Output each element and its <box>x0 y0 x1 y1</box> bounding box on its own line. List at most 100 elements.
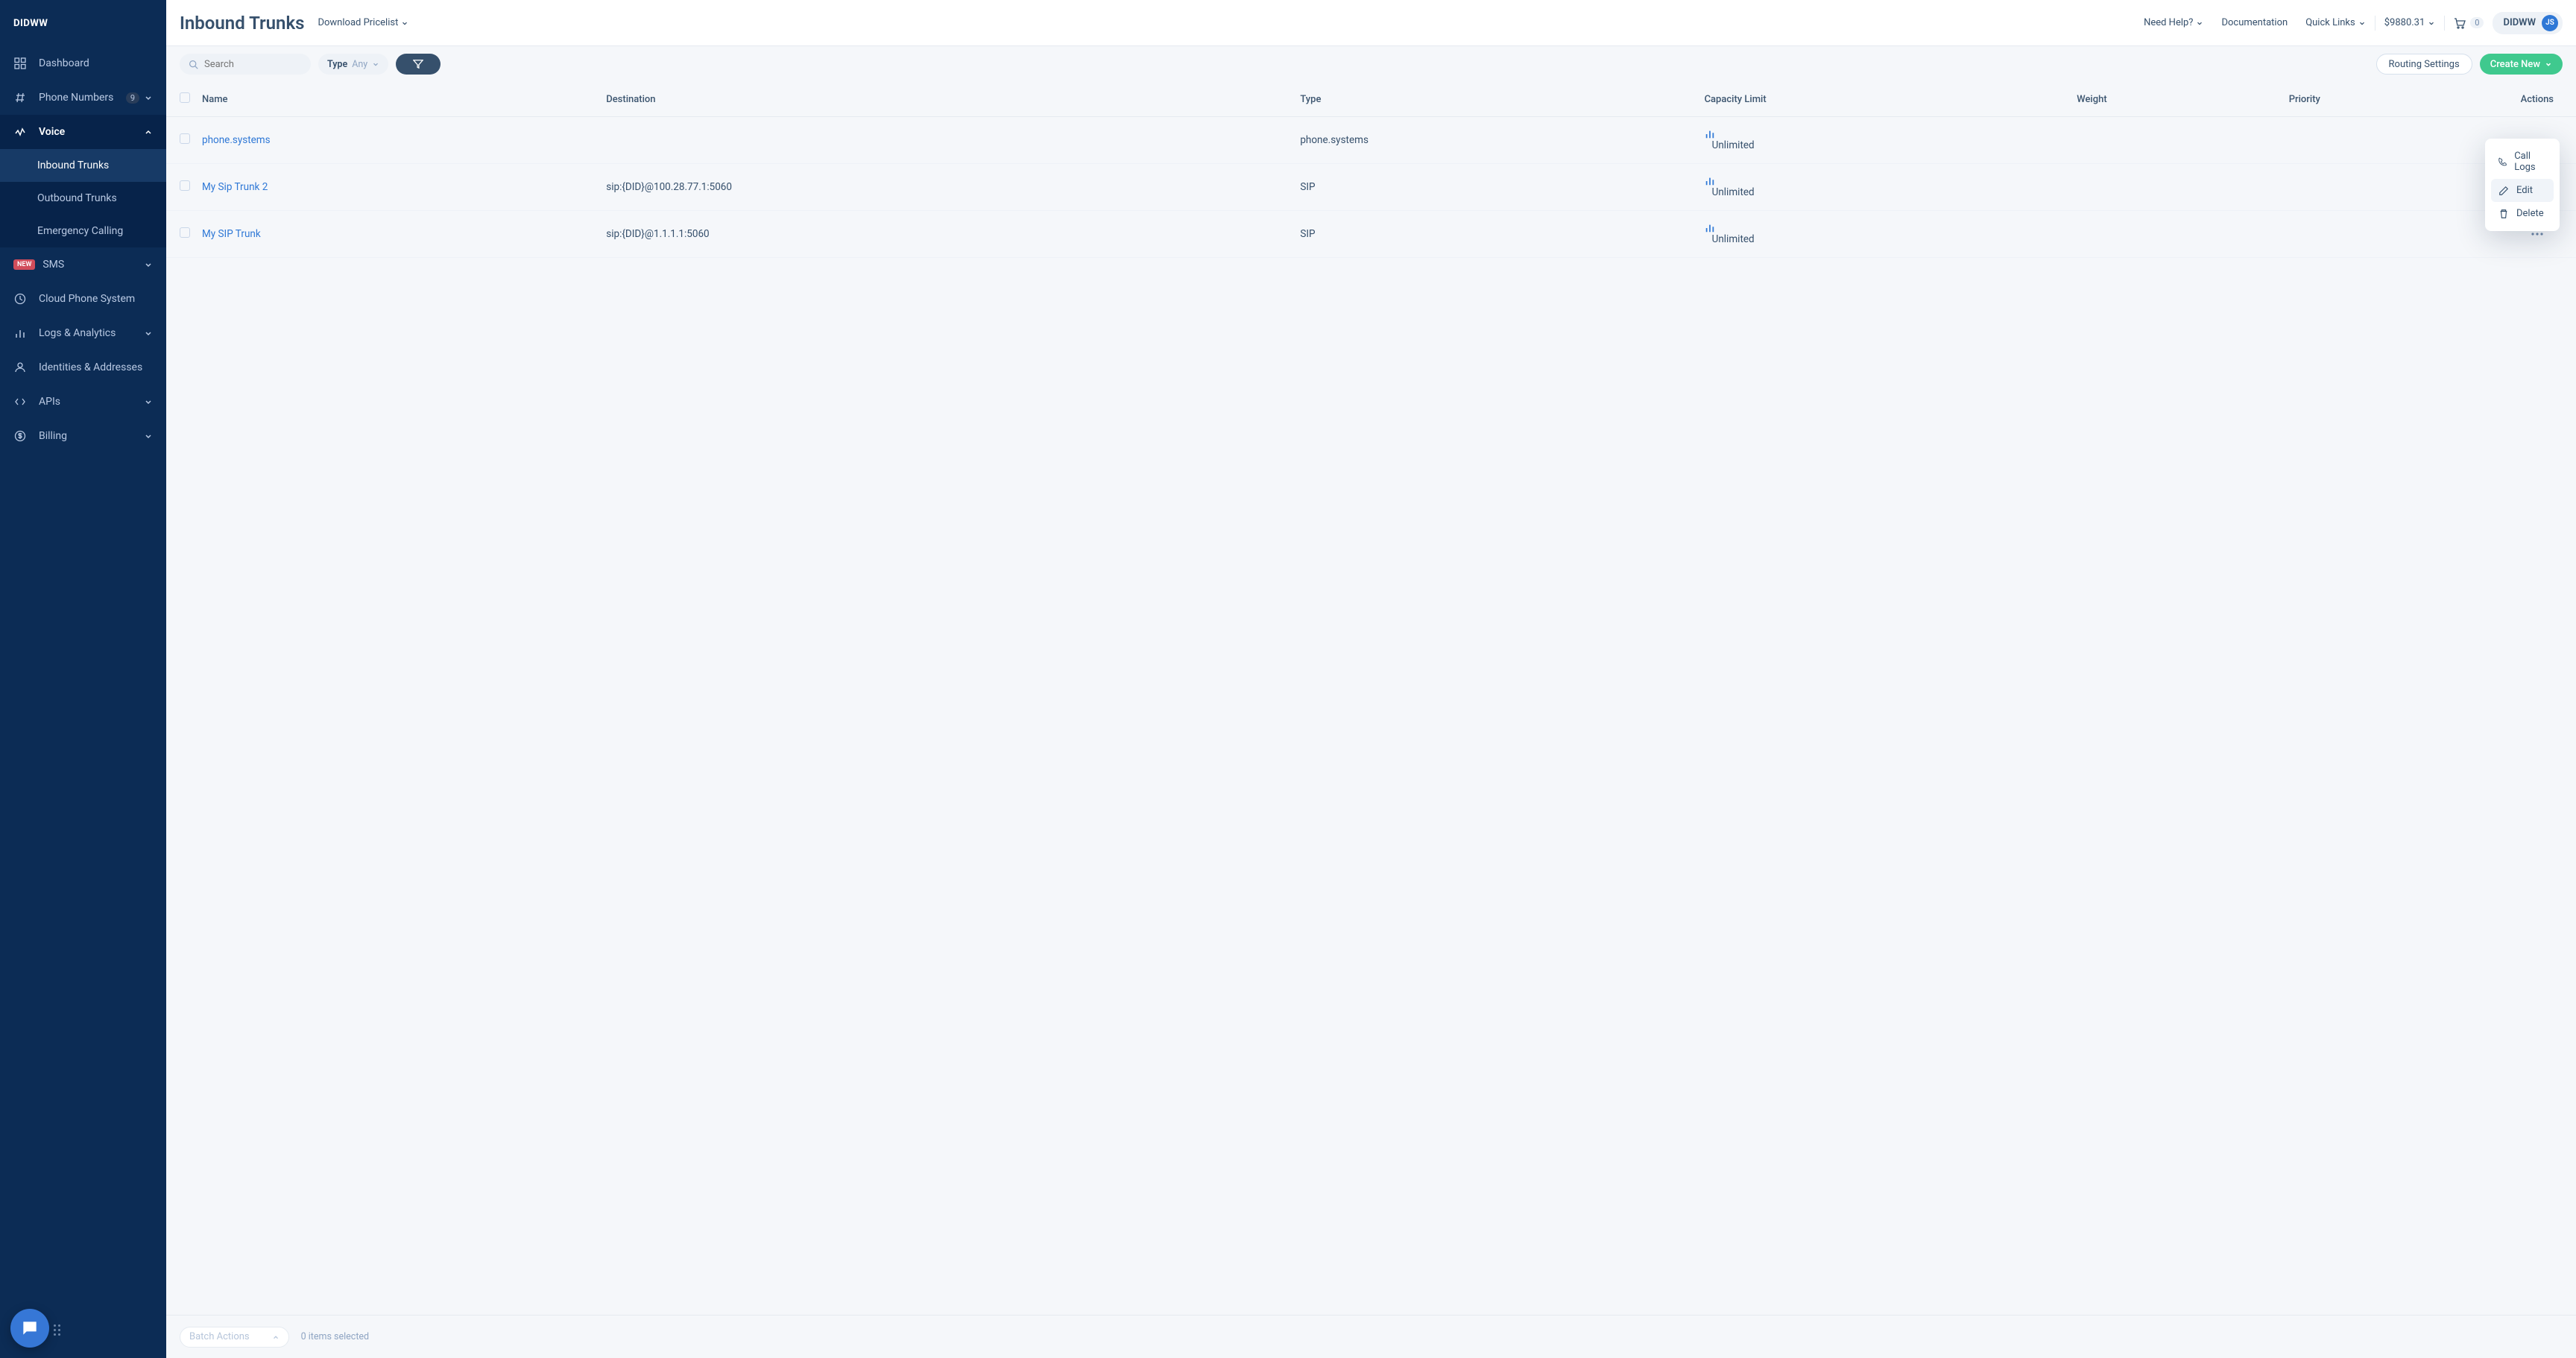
download-pricelist[interactable]: Download Pricelist <box>318 17 408 28</box>
row-checkbox[interactable] <box>180 133 190 144</box>
cell-priority <box>2283 164 2501 211</box>
download-pricelist-label: Download Pricelist <box>318 17 398 28</box>
selected-count: 0 items selected <box>301 1331 369 1342</box>
sidebar-item-dashboard[interactable]: Dashboard <box>0 46 166 80</box>
chevron-down-icon <box>144 93 153 102</box>
count-badge: 9 <box>126 92 139 104</box>
phone-icon <box>2498 157 2507 167</box>
batch-actions-select[interactable]: Batch Actions <box>180 1327 289 1348</box>
cell-type: SIP <box>1294 211 1698 258</box>
clock-icon <box>13 292 27 306</box>
trunk-name-link[interactable]: My SIP Trunk <box>202 228 261 240</box>
routing-settings-button[interactable]: Routing Settings <box>2376 54 2472 75</box>
cell-destination: sip:{DID}@100.28.77.1:5060 <box>600 164 1294 211</box>
chevron-down-icon <box>144 329 153 338</box>
sidebar-sub-outbound-trunks[interactable]: Outbound Trunks <box>0 182 166 215</box>
pencil-icon <box>2498 186 2509 196</box>
sidebar-label: SMS <box>42 259 144 271</box>
avatar: JS <box>2542 15 2558 31</box>
capacity-icon <box>1705 129 2065 139</box>
col-actions: Actions <box>2501 82 2576 117</box>
sidebar-item-apis[interactable]: APIs <box>0 385 166 419</box>
drag-handle-icon[interactable] <box>54 1324 60 1336</box>
sidebar-label: APIs <box>39 396 144 408</box>
cell-destination <box>600 117 1294 164</box>
sidebar-item-phone-numbers[interactable]: Phone Numbers 9 <box>0 80 166 115</box>
sidebar-item-billing[interactable]: Billing <box>0 419 166 453</box>
chat-widget[interactable] <box>10 1309 49 1348</box>
need-help-link[interactable]: Need Help? <box>2135 17 2212 28</box>
filter-icon <box>413 59 423 69</box>
balance-value: $9880.31 <box>2384 17 2425 28</box>
type-filter[interactable]: Type Any <box>318 54 388 75</box>
trash-icon <box>2498 209 2509 219</box>
sidebar-label: Emergency Calling <box>37 225 153 237</box>
cart-icon <box>2454 17 2466 29</box>
chevron-down-icon <box>401 19 408 27</box>
chevron-down-icon <box>144 397 153 406</box>
search-icon <box>189 60 198 69</box>
menu-label: Delete <box>2516 208 2544 219</box>
sidebar-label: Inbound Trunks <box>37 160 153 171</box>
new-badge: NEW <box>13 259 35 270</box>
footer: Batch Actions 0 items selected <box>166 1315 2576 1358</box>
sidebar-sub-inbound-trunks[interactable]: Inbound Trunks <box>0 149 166 182</box>
col-name: Name <box>196 82 600 117</box>
menu-label: Edit <box>2516 185 2533 196</box>
brand-logo[interactable]: DIDWW <box>0 0 166 46</box>
create-new-button[interactable]: Create New <box>2480 54 2563 75</box>
sidebar-item-identities[interactable]: Identities & Addresses <box>0 350 166 385</box>
sidebar-label: Voice <box>39 126 144 138</box>
create-label: Create New <box>2490 59 2540 70</box>
chevron-up-icon <box>272 1333 280 1341</box>
menu-call-logs[interactable]: Call Logs <box>2491 145 2554 179</box>
voice-icon <box>13 125 27 139</box>
cart-count: 0 <box>2470 17 2484 28</box>
sidebar-item-voice[interactable]: Voice <box>0 115 166 149</box>
batch-actions-label: Batch Actions <box>189 1331 250 1342</box>
search-box[interactable] <box>180 54 311 75</box>
sidebar-item-logs[interactable]: Logs & Analytics <box>0 316 166 350</box>
cart-button[interactable]: 0 <box>2445 17 2493 29</box>
sidebar-item-cloud-phone[interactable]: Cloud Phone System <box>0 282 166 316</box>
col-destination: Destination <box>600 82 1294 117</box>
more-icon <box>2531 233 2543 236</box>
grid-icon <box>13 57 27 70</box>
row-actions-menu: Call Logs Edit Delete <box>2485 139 2560 231</box>
cell-priority <box>2283 211 2501 258</box>
chevron-down-icon <box>144 260 153 269</box>
trunk-name-link[interactable]: My Sip Trunk 2 <box>202 181 268 193</box>
table: Name Destination Type Capacity Limit Wei… <box>166 82 2576 1315</box>
documentation-link[interactable]: Documentation <box>2212 17 2296 28</box>
sidebar-sub-emergency-calling[interactable]: Emergency Calling <box>0 215 166 247</box>
topbar: Inbound Trunks Download Pricelist Need H… <box>166 0 2576 46</box>
balance[interactable]: $9880.31 <box>2375 17 2445 28</box>
chevron-up-icon <box>144 127 153 136</box>
capacity-icon <box>1705 223 2065 233</box>
row-checkbox[interactable] <box>180 180 190 191</box>
sidebar-label: Logs & Analytics <box>39 327 144 339</box>
main: Inbound Trunks Download Pricelist Need H… <box>166 0 2576 1358</box>
billing-icon <box>13 429 27 443</box>
row-checkbox[interactable] <box>180 227 190 238</box>
sidebar-label: Cloud Phone System <box>39 293 153 305</box>
col-priority: Priority <box>2283 82 2501 117</box>
search-input[interactable] <box>204 59 302 70</box>
cell-destination: sip:{DID}@1.1.1.1:5060 <box>600 211 1294 258</box>
cell-capacity: Unlimited <box>1699 211 2071 258</box>
chart-icon <box>13 326 27 340</box>
sidebar-item-sms[interactable]: NEW SMS <box>0 247 166 282</box>
need-help-label: Need Help? <box>2144 17 2193 28</box>
chevron-down-icon <box>2545 60 2552 68</box>
col-capacity: Capacity Limit <box>1699 82 2071 117</box>
cell-weight <box>2071 211 2283 258</box>
sidebar-label: Billing <box>39 430 144 442</box>
menu-delete[interactable]: Delete <box>2491 202 2554 225</box>
select-all-checkbox[interactable] <box>180 92 190 103</box>
trunk-name-link[interactable]: phone.systems <box>202 134 271 146</box>
table-row: phone.systems phone.systems Unlimited <box>166 117 2576 164</box>
filter-button[interactable] <box>396 54 441 75</box>
account-menu[interactable]: DIDWW JS <box>2493 12 2563 34</box>
menu-edit[interactable]: Edit <box>2491 179 2554 202</box>
quick-links[interactable]: Quick Links <box>2296 17 2375 28</box>
